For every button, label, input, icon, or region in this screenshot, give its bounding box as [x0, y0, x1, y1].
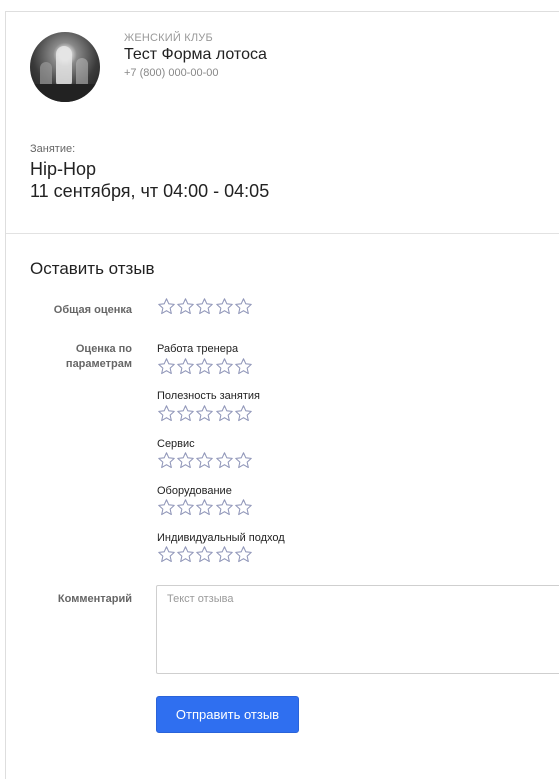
star-icon[interactable] — [234, 297, 253, 316]
star-icon[interactable] — [176, 357, 195, 376]
star-icon[interactable] — [195, 545, 214, 564]
star-icon[interactable] — [157, 357, 176, 376]
star-icon[interactable] — [176, 545, 195, 564]
comment-textarea[interactable] — [156, 585, 559, 674]
lesson-info: Занятие: Hip-Hop 11 сентября, чт 04:00 -… — [30, 143, 269, 202]
star-icon[interactable] — [157, 451, 176, 470]
club-avatar — [30, 32, 100, 102]
param-stars-individual[interactable] — [157, 545, 253, 564]
review-title: Оставить отзыв — [30, 259, 155, 278]
param-label-individual: Индивидуальный подход — [157, 532, 285, 544]
params-rating-label: Оценка по параметрам — [65, 343, 132, 370]
star-icon[interactable] — [234, 498, 253, 517]
overall-rating-label: Общая оценка — [53, 304, 132, 316]
star-icon[interactable] — [234, 451, 253, 470]
star-icon[interactable] — [234, 357, 253, 376]
review-card: ЖЕНСКИЙ КЛУБ Тест Форма лотоса +7 (800) … — [5, 11, 559, 779]
star-icon[interactable] — [157, 297, 176, 316]
star-icon[interactable] — [176, 451, 195, 470]
star-icon[interactable] — [157, 545, 176, 564]
param-label-usefulness: Полезность занятия — [157, 390, 260, 402]
param-stars-service[interactable] — [157, 451, 253, 470]
lesson-datetime: 11 сентября, чт 04:00 - 04:05 — [30, 181, 270, 201]
star-icon[interactable] — [176, 404, 195, 423]
lesson-label: Занятие: — [30, 143, 76, 155]
star-icon[interactable] — [215, 297, 234, 316]
star-icon[interactable] — [215, 451, 234, 470]
star-icon[interactable] — [176, 498, 195, 517]
star-icon[interactable] — [195, 404, 214, 423]
param-stars-equipment[interactable] — [157, 498, 253, 517]
star-icon[interactable] — [176, 297, 195, 316]
star-icon[interactable] — [215, 357, 234, 376]
star-icon[interactable] — [157, 498, 176, 517]
overall-rating-stars[interactable] — [157, 297, 253, 316]
divider — [6, 233, 559, 234]
club-phone: +7 (800) 000-00-00 — [124, 67, 219, 79]
param-label-trainer: Работа тренера — [157, 343, 239, 355]
param-stars-usefulness[interactable] — [157, 404, 253, 423]
star-icon[interactable] — [195, 451, 214, 470]
param-stars-trainer[interactable] — [157, 357, 253, 376]
star-icon[interactable] — [215, 498, 234, 517]
star-icon[interactable] — [215, 545, 234, 564]
param-label-service: Сервис — [157, 438, 195, 450]
star-icon[interactable] — [215, 404, 234, 423]
club-type: ЖЕНСКИЙ КЛУБ — [124, 32, 213, 44]
star-icon[interactable] — [195, 297, 214, 316]
param-label-equipment: Оборудование — [157, 485, 232, 497]
comment-label: Комментарий — [57, 593, 132, 605]
star-icon[interactable] — [195, 498, 214, 517]
submit-review-button[interactable]: Отправить отзыв — [156, 696, 299, 733]
club-name: Тест Форма лотоса — [124, 46, 267, 63]
star-icon[interactable] — [157, 404, 176, 423]
lesson-name: Hip-Hop — [30, 159, 97, 179]
star-icon[interactable] — [234, 545, 253, 564]
star-icon[interactable] — [234, 404, 253, 423]
star-icon[interactable] — [195, 357, 214, 376]
